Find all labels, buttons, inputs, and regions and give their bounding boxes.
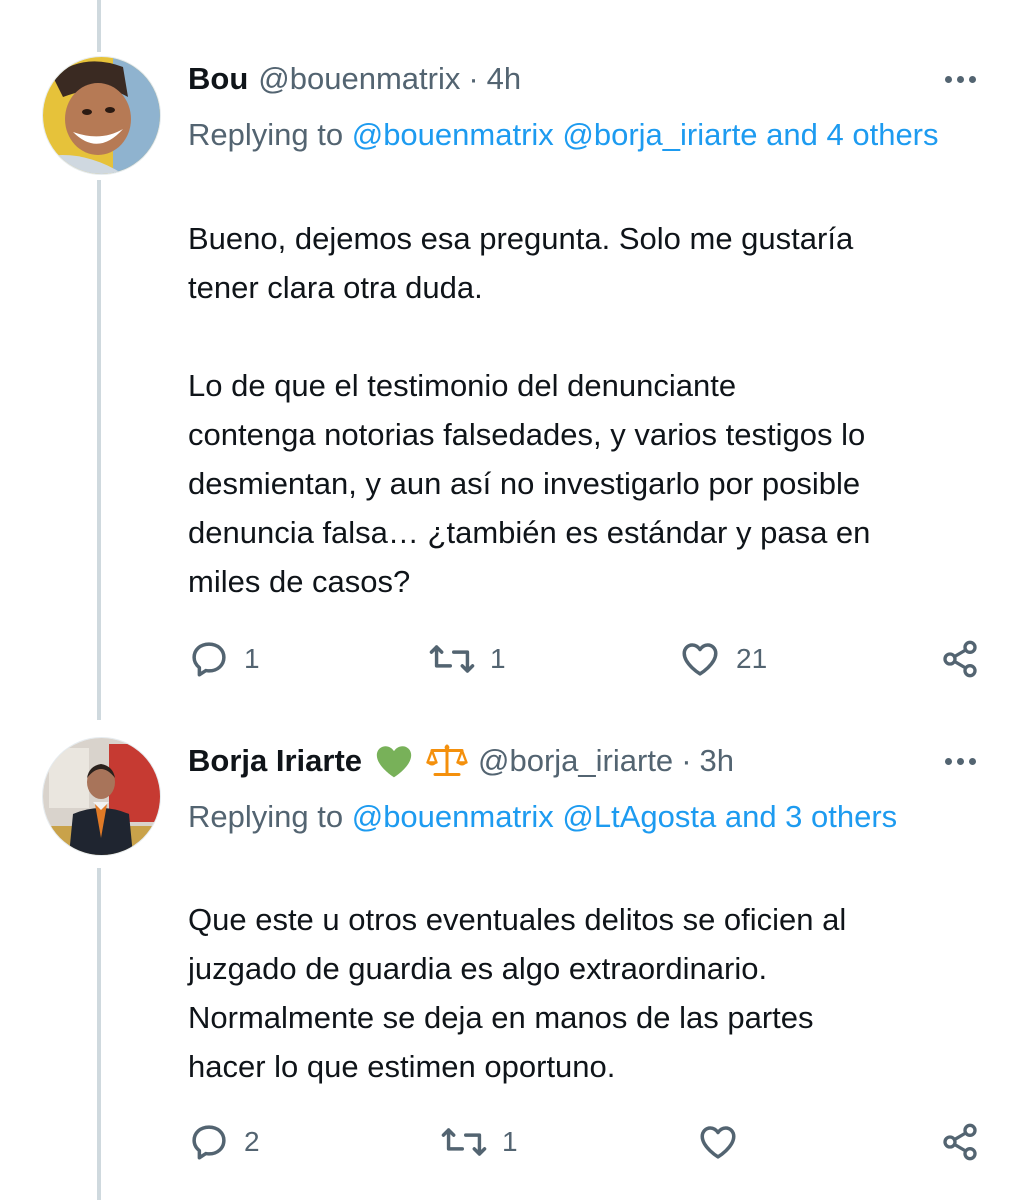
handle[interactable]: @borja_iriarte: [478, 743, 673, 779]
timestamp[interactable]: 3h: [700, 743, 734, 779]
scales-icon: [426, 743, 468, 779]
replying-mentions-link[interactable]: @bouenmatrix @LtAgosta and 3 others: [352, 799, 897, 834]
green-heart-icon: [374, 743, 414, 779]
reply-button[interactable]: 2: [188, 1117, 260, 1167]
separator-dot: ·: [681, 743, 692, 778]
reply-icon: [192, 1125, 226, 1160]
share-button[interactable]: [940, 1117, 980, 1167]
tweet-borja-iriarte[interactable]: Borja Iriarte @borja_iriarte · 3h Replyi…: [0, 0, 1022, 1200]
tweet-text: Que este u otros eventuales delitos se o…: [188, 902, 847, 1084]
replying-prefix: Replying to: [188, 799, 352, 834]
avatar[interactable]: [42, 737, 161, 856]
avatar-image: [43, 738, 160, 855]
action-bar: 2 1: [188, 1117, 988, 1167]
like-button[interactable]: [696, 1117, 754, 1167]
share-icon: [943, 1123, 977, 1161]
tweet-header: Borja Iriarte @borja_iriarte · 3h: [188, 736, 982, 786]
more-options-icon[interactable]: [945, 736, 976, 786]
replying-to: Replying to @bouenmatrix @LtAgosta and 3…: [188, 792, 988, 841]
retweet-count: 1: [502, 1126, 518, 1157]
retweet-button[interactable]: 1: [440, 1117, 518, 1167]
retweet-icon: [441, 1128, 487, 1156]
display-name[interactable]: Borja Iriarte: [188, 743, 362, 779]
heart-icon: [700, 1126, 736, 1159]
reply-count: 2: [244, 1126, 260, 1157]
